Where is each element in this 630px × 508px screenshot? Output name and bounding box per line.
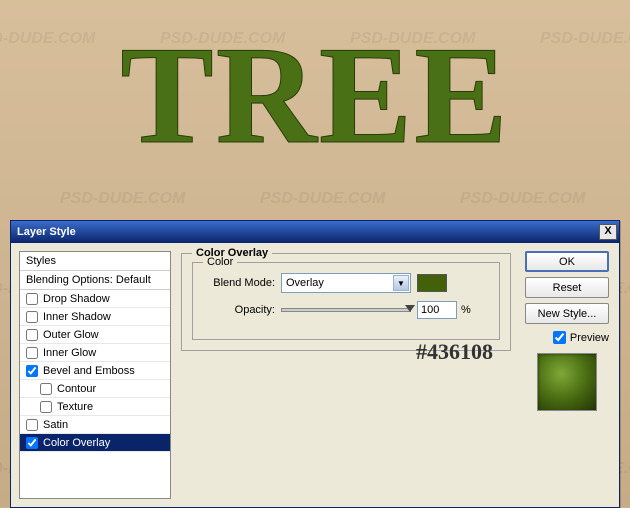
opacity-label: Opacity: <box>203 304 275 316</box>
blending-options-item[interactable]: Blending Options: Default <box>20 271 170 290</box>
checkbox[interactable] <box>26 311 38 323</box>
settings-panel: Color Overlay Color Blend Mode: Overlay … <box>171 243 521 507</box>
style-item-label: Inner Glow <box>43 347 96 359</box>
dropdown-value: Overlay <box>286 277 324 289</box>
styles-list: Styles Blending Options: Default Drop Sh… <box>19 251 171 499</box>
preview-swatch <box>537 353 597 411</box>
hex-annotation: #436108 <box>416 339 493 365</box>
new-style-button[interactable]: New Style... <box>525 303 609 324</box>
checkbox[interactable] <box>26 329 38 341</box>
chevron-down-icon[interactable]: ▼ <box>393 275 409 291</box>
opacity-slider[interactable] <box>281 308 411 312</box>
checkbox[interactable] <box>26 365 38 377</box>
ok-button[interactable]: OK <box>525 251 609 272</box>
styles-header[interactable]: Styles <box>20 252 170 271</box>
close-button[interactable]: X <box>599 224 617 240</box>
checkbox[interactable] <box>26 293 38 305</box>
style-item-label: Color Overlay <box>43 437 110 449</box>
blend-mode-row: Blend Mode: Overlay ▼ <box>203 273 489 293</box>
style-item-inner-shadow[interactable]: Inner Shadow <box>20 308 170 326</box>
blend-mode-dropdown[interactable]: Overlay ▼ <box>281 273 411 293</box>
color-overlay-fieldset: Color Overlay Color Blend Mode: Overlay … <box>181 253 511 351</box>
canvas: PSD-DUDE.COM PSD-DUDE.COM PSD-DUDE.COM P… <box>0 0 630 507</box>
checkbox[interactable] <box>40 383 52 395</box>
style-item-inner-glow[interactable]: Inner Glow <box>20 344 170 362</box>
checkbox[interactable] <box>40 401 52 413</box>
opacity-input[interactable] <box>417 301 457 319</box>
style-item-label: Bevel and Emboss <box>43 365 135 377</box>
reset-button[interactable]: Reset <box>525 277 609 298</box>
opacity-unit: % <box>461 304 471 316</box>
style-item-label: Texture <box>57 401 93 413</box>
blend-mode-label: Blend Mode: <box>203 277 275 289</box>
style-item-label: Drop Shadow <box>43 293 110 305</box>
style-item-outer-glow[interactable]: Outer Glow <box>20 326 170 344</box>
style-item-label: Satin <box>43 419 68 431</box>
style-item-satin[interactable]: Satin <box>20 416 170 434</box>
color-swatch[interactable] <box>417 274 447 292</box>
layer-style-dialog: Layer Style X Styles Blending Options: D… <box>10 220 620 508</box>
style-item-texture[interactable]: Texture <box>20 398 170 416</box>
color-group: Color Blend Mode: Overlay ▼ <box>192 262 500 340</box>
style-item-label: Outer Glow <box>43 329 99 341</box>
style-item-label: Inner Shadow <box>43 311 111 323</box>
dialog-body: Styles Blending Options: Default Drop Sh… <box>11 243 619 507</box>
style-item-contour[interactable]: Contour <box>20 380 170 398</box>
slider-thumb-icon[interactable] <box>405 305 415 312</box>
dialog-buttons: OK Reset New Style... Preview <box>521 243 619 507</box>
dialog-title: Layer Style <box>17 226 599 238</box>
tree-text-effect: TREE <box>0 15 630 176</box>
checkbox[interactable] <box>26 347 38 359</box>
opacity-row: Opacity: % <box>203 301 489 319</box>
checkbox[interactable] <box>26 437 38 449</box>
dialog-titlebar[interactable]: Layer Style X <box>11 221 619 243</box>
style-item-label: Contour <box>57 383 96 395</box>
color-group-legend: Color <box>203 256 237 268</box>
style-item-color-overlay[interactable]: Color Overlay <box>20 434 170 452</box>
style-item-bevel-emboss[interactable]: Bevel and Emboss <box>20 362 170 380</box>
preview-label: Preview <box>570 332 609 344</box>
preview-checkbox[interactable] <box>553 331 566 344</box>
preview-toggle[interactable]: Preview <box>525 331 609 344</box>
style-item-drop-shadow[interactable]: Drop Shadow <box>20 290 170 308</box>
checkbox[interactable] <box>26 419 38 431</box>
